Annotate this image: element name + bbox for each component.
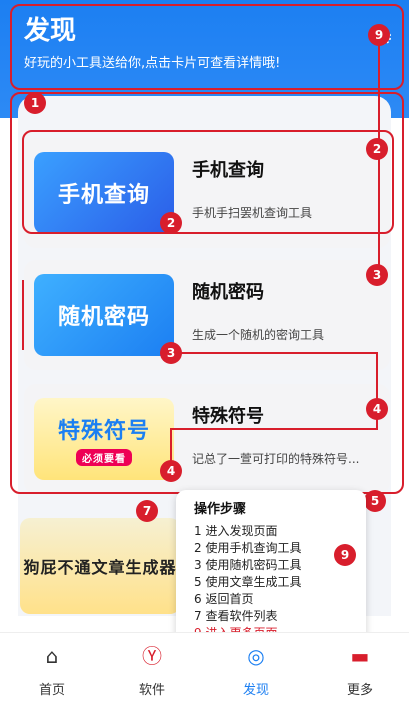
annotation-badge: 4 [366,398,388,420]
tab-label: 软件 [138,683,165,698]
step-item: 6 返回首页 [194,592,254,606]
tab-home[interactable]: ⌂ 首页 [12,643,92,698]
annotation-badge: 2 [160,212,182,234]
discover-icon: ◎ [247,644,265,668]
card-article-generator[interactable]: 狗屁不通文章生成器 [20,518,180,614]
step-item: 1 进入发现页面 [194,524,278,538]
annotation-line [170,352,378,354]
annotation-badge: 1 [24,92,46,114]
steps-title: 操作步骤 [194,502,247,517]
step-item: 7 查看软件列表 [194,609,278,623]
annotation-badge: 3 [160,342,182,364]
annotation-box-header [10,4,404,90]
more-icon: ▬ [350,644,370,668]
annotation-line [22,280,24,350]
tab-discover[interactable]: ◎ 发现 [216,643,296,698]
home-icon: ⌂ [45,644,59,668]
tab-label: 更多 [346,683,373,698]
software-icon: Ⓨ [142,644,162,668]
tab-software[interactable]: Ⓨ 软件 [112,643,192,698]
annotation-badge: 9 [334,544,356,566]
annotation-box-card1 [22,130,394,234]
annotation-line [170,428,378,430]
annotation-badge: 9 [368,24,390,46]
annotation-badge: 2 [366,138,388,160]
annotation-line [378,40,380,140]
step-item: 5 使用文章生成工具 [194,575,302,589]
thumb-text: 狗屁不通文章生成器 [23,558,177,577]
annotation-line [378,150,380,270]
annotation-badge: 5 [364,490,386,512]
tab-more[interactable]: ▬ 更多 [320,643,400,698]
annotation-badge: 4 [160,460,182,482]
annotation-badge: 7 [136,500,158,522]
tab-label: 首页 [38,683,65,698]
tab-bar: ⌂ 首页 Ⓨ 软件 ◎ 发现 ▬ 更多 [0,632,409,713]
tab-label: 发现 [242,683,269,698]
annotation-badge: 3 [366,264,388,286]
